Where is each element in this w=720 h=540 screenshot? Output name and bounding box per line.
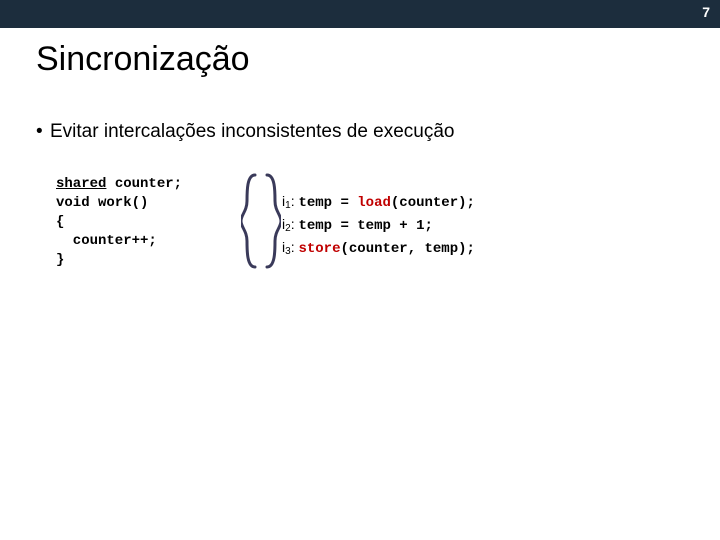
instr-3: i3: store(counter, temp); <box>282 237 475 260</box>
kw-store: store <box>298 241 340 257</box>
curly-brace-icon <box>241 171 281 271</box>
bullet-text: Evitar intercalações inconsistentes de e… <box>50 121 455 142</box>
code-l1b: counter; <box>106 176 182 192</box>
code-l3: { <box>56 214 64 230</box>
code-block-left: shared counter; void work() { counter++;… <box>56 175 182 269</box>
bullet-line: •Evitar intercalações inconsistentes de … <box>36 121 720 143</box>
i3-b: (counter, temp); <box>340 241 474 257</box>
i1-b: (counter); <box>391 195 475 211</box>
instr-2: i2: temp = temp + 1; <box>282 214 475 237</box>
i1-a: temp = <box>298 195 357 211</box>
slide: 7 Sincronização •Evitar intercalações in… <box>0 0 720 540</box>
code-l2: void work() <box>56 195 148 211</box>
i3-label: i3: <box>282 239 298 255</box>
bullet-dot: • <box>36 121 50 143</box>
kw-load: load <box>357 195 391 211</box>
code-l4: counter++; <box>56 233 157 249</box>
i1-label: i1: <box>282 193 298 209</box>
slide-title: Sincronização <box>36 40 720 79</box>
code-l5: } <box>56 252 64 268</box>
top-bar: 7 <box>0 0 720 28</box>
page-number: 7 <box>702 4 710 20</box>
i2-a: temp = temp + 1; <box>298 218 432 234</box>
code-block-right: i1: temp = load(counter); i2: temp = tem… <box>282 191 475 260</box>
kw-shared: shared <box>56 176 106 192</box>
instr-1: i1: temp = load(counter); <box>282 191 475 214</box>
i2-label: i2: <box>282 216 298 232</box>
